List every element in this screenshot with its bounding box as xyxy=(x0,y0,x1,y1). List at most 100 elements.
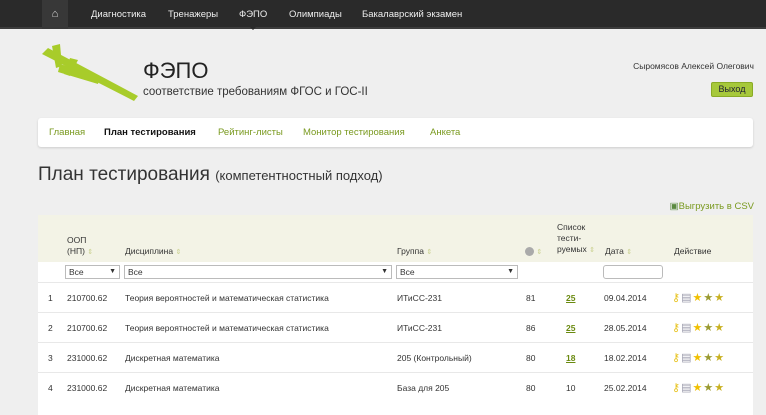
sort-icon: ⇕ xyxy=(175,249,182,256)
row-count: 81 xyxy=(526,293,536,303)
row-list[interactable]: 25 xyxy=(566,313,575,343)
row-actions: ⚷▤★★★ xyxy=(672,283,725,313)
document-icon[interactable]: ▤ xyxy=(681,292,692,304)
key-icon[interactable]: ⚷ xyxy=(672,322,681,334)
info-circle-icon xyxy=(525,247,534,257)
star-icon[interactable]: ★ xyxy=(692,322,703,334)
subnav-home[interactable]: Главная xyxy=(49,118,85,147)
caliper-logo xyxy=(42,44,138,101)
key-icon[interactable]: ⚷ xyxy=(672,382,681,394)
row-number: 2 xyxy=(48,323,53,333)
sort-icon: ⇕ xyxy=(589,247,595,254)
sort-icon: ⇕ xyxy=(426,249,433,256)
nav-bachelor-exam[interactable]: Бакалаврский экзамен xyxy=(362,0,462,29)
star-icon[interactable]: ★ xyxy=(692,352,703,364)
nav-olympiads[interactable]: Олимпиады xyxy=(289,0,342,29)
row-list: 10 xyxy=(566,383,576,393)
document-icon[interactable]: ▤ xyxy=(681,382,692,394)
row-oop: 231000.62 xyxy=(67,353,108,363)
sort-icon: ⇕ xyxy=(626,249,633,256)
user-name: Сыромясов Алексей Олегович xyxy=(633,61,754,71)
star-people-icon[interactable]: ★ xyxy=(703,382,714,394)
star-people-icon[interactable]: ★ xyxy=(703,322,714,334)
row-date: 25.02.2014 xyxy=(604,383,647,393)
row-discipline: Теория вероятностей и математическая ста… xyxy=(125,293,329,303)
site-subtitle: соответствие требованиям ФГОС и ГОС-II xyxy=(143,86,368,98)
star-icon[interactable]: ★ xyxy=(692,382,703,394)
row-oop: 210700.62 xyxy=(67,323,108,333)
logout-button[interactable]: Выход xyxy=(711,82,753,97)
document-icon[interactable]: ▤ xyxy=(681,322,692,334)
dropdown-arrow-icon: ▼ xyxy=(109,268,116,275)
nav-fepo[interactable]: ФЭПО xyxy=(239,0,267,30)
star-check-icon[interactable]: ★ xyxy=(714,292,725,304)
discipline-filter-select[interactable]: Все ▼ xyxy=(124,265,392,279)
row-actions: ⚷▤★★★ xyxy=(672,343,725,373)
row-date: 28.05.2014 xyxy=(604,323,647,333)
col-count[interactable]: ⇕ xyxy=(525,246,542,258)
row-discipline: Теория вероятностей и математическая ста… xyxy=(125,323,329,333)
col-discipline[interactable]: Дисциплина ⇕ xyxy=(125,246,181,258)
subnav-rating-lists[interactable]: Рейтинг-листы xyxy=(218,118,283,147)
page-title-text: План тестирования xyxy=(38,164,210,185)
oop-filter-select[interactable]: Все ▼ xyxy=(65,265,120,279)
group-filter-select[interactable]: Все ▼ xyxy=(396,265,518,279)
date-filter-input[interactable] xyxy=(603,265,663,279)
col-action: Действие xyxy=(674,246,712,256)
star-people-icon[interactable]: ★ xyxy=(703,352,714,364)
col-discipline-label: Дисциплина xyxy=(125,246,174,256)
document-icon[interactable]: ▤ xyxy=(681,352,692,364)
star-check-icon[interactable]: ★ xyxy=(714,322,725,334)
row-number: 1 xyxy=(48,293,53,303)
row-group: ИТиСС-231 xyxy=(397,293,442,303)
export-csv-link[interactable]: ▣Выгрузить в CSV xyxy=(670,201,754,212)
row-discipline: Дискретная математика xyxy=(125,383,220,393)
subnav-test-plan[interactable]: План тестирования xyxy=(104,118,196,147)
col-list-line3: руемых xyxy=(557,244,587,254)
home-icon[interactable]: ⌂ xyxy=(42,0,68,29)
table-row: 3 231000.62 Дискретная математика 205 (Конт… xyxy=(38,342,753,372)
table-row: 2 210700.62 Теория вероятностей и математи… xyxy=(38,312,753,342)
row-discipline: Дискретная математика xyxy=(125,353,220,363)
row-count: 80 xyxy=(526,353,536,363)
sort-icon: ⇕ xyxy=(536,249,543,256)
nav-diagnostics[interactable]: Диагностика xyxy=(91,0,146,29)
row-count: 86 xyxy=(526,323,536,333)
subnav-survey[interactable]: Анкета xyxy=(430,118,460,147)
col-date[interactable]: Дата ⇕ xyxy=(605,246,632,258)
col-list[interactable]: Список тести-руемых ⇕ xyxy=(557,222,595,256)
group-filter-value: Все xyxy=(400,267,415,277)
row-date: 18.02.2014 xyxy=(604,353,647,363)
key-icon[interactable]: ⚷ xyxy=(672,292,681,304)
row-group: 205 (Контрольный) xyxy=(397,353,472,363)
key-icon[interactable]: ⚷ xyxy=(672,352,681,364)
star-check-icon[interactable]: ★ xyxy=(714,352,725,364)
discipline-filter-value: Все xyxy=(128,267,143,277)
row-oop: 231000.62 xyxy=(67,383,108,393)
row-list[interactable]: 25 xyxy=(566,283,575,313)
row-group: База для 205 xyxy=(397,383,450,393)
col-oop-line2: (НП) xyxy=(67,246,85,256)
subnav-test-monitor[interactable]: Монитор тестирования xyxy=(303,118,405,147)
dropdown-arrow-icon: ▼ xyxy=(381,268,388,275)
star-people-icon[interactable]: ★ xyxy=(703,292,714,304)
row-count: 80 xyxy=(526,383,536,393)
nav-trainers[interactable]: Тренажеры xyxy=(168,0,218,29)
col-oop[interactable]: ООП (НП) ⇕ xyxy=(67,235,93,258)
table-header: ООП (НП) ⇕ Дисциплина ⇕ Группа ⇕ ⇕ Список… xyxy=(38,215,753,262)
row-actions: ⚷▤★★★ xyxy=(672,313,725,343)
star-icon[interactable]: ★ xyxy=(692,292,703,304)
col-group[interactable]: Группа ⇕ xyxy=(397,246,432,258)
oop-filter-value: Все xyxy=(69,267,84,277)
row-group: ИТиСС-231 xyxy=(397,323,442,333)
row-number: 4 xyxy=(48,383,53,393)
sub-nav: Главная План тестирования Рейтинг-листы … xyxy=(38,118,753,147)
page-title: План тестирования (компетентностный подх… xyxy=(38,164,383,186)
row-list[interactable]: 18 xyxy=(566,343,575,373)
top-nav: ⌂ Диагностика Тренажеры ФЭПО Олимпиады Б… xyxy=(0,0,766,30)
site-title: ФЭПО xyxy=(143,58,209,83)
col-date-label: Дата xyxy=(605,246,624,256)
col-list-line2: тести- xyxy=(557,233,582,243)
star-check-icon[interactable]: ★ xyxy=(714,382,725,394)
row-number: 3 xyxy=(48,353,53,363)
